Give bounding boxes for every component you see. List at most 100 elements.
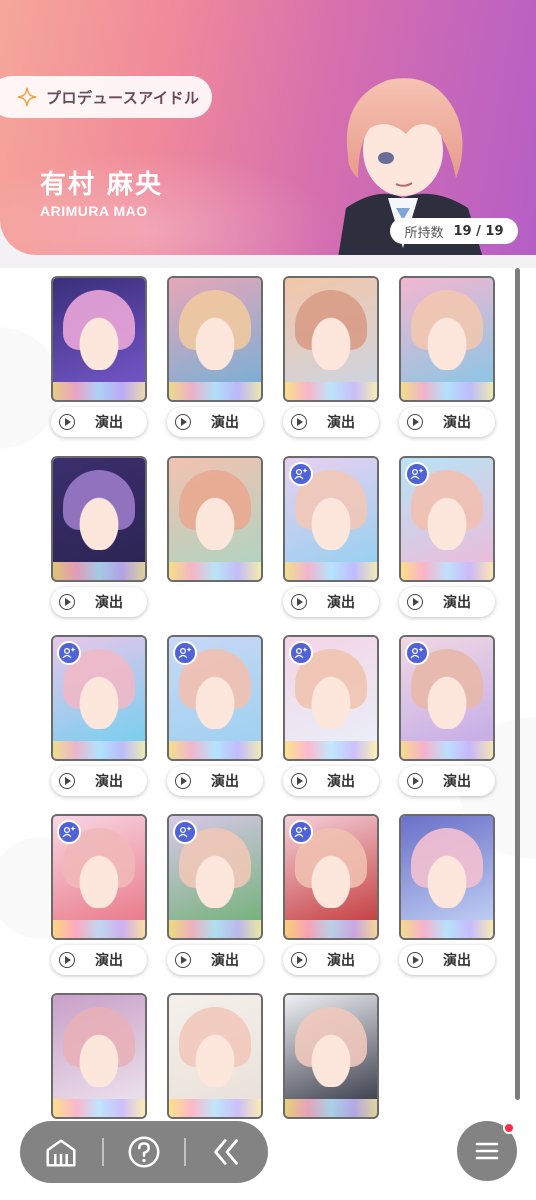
skill-badge-icon [57, 820, 81, 844]
perform-button[interactable]: 演出 [283, 766, 379, 796]
card-face [303, 486, 359, 550]
perform-button[interactable]: 演出 [283, 407, 379, 437]
play-icon [407, 414, 423, 430]
card-face [419, 486, 475, 550]
card-face [419, 306, 475, 370]
skill-badge-icon [405, 462, 429, 486]
perform-label: 演出 [95, 774, 123, 790]
idol-card[interactable] [401, 637, 493, 759]
card-face [71, 486, 127, 550]
idol-card[interactable] [53, 995, 145, 1117]
scrollbar[interactable] [515, 268, 520, 1100]
perform-button[interactable]: 演出 [283, 945, 379, 975]
idol-card[interactable] [169, 816, 261, 938]
idol-card[interactable] [285, 458, 377, 580]
idol-card[interactable] [53, 278, 145, 400]
card-rarity-frame [401, 382, 493, 400]
skill-badge-icon [57, 641, 81, 665]
play-icon [59, 414, 75, 430]
play-icon [175, 773, 191, 789]
idol-card[interactable] [285, 278, 377, 400]
idol-card[interactable] [401, 278, 493, 400]
perform-button[interactable]: 演出 [51, 945, 147, 975]
owned-count-value: 19 / 19 [453, 223, 504, 239]
skill-badge-icon [289, 641, 313, 665]
idol-card[interactable] [285, 995, 377, 1117]
idol-card[interactable] [169, 278, 261, 400]
idol-card[interactable] [53, 637, 145, 759]
play-icon [291, 952, 307, 968]
bottom-nav [20, 1121, 268, 1183]
perform-label: 演出 [95, 415, 123, 431]
help-button[interactable] [114, 1128, 174, 1176]
perform-button[interactable]: 演出 [167, 766, 263, 796]
back-button[interactable] [197, 1128, 257, 1176]
idol-name-en: ARIMURA MAO [40, 203, 148, 219]
play-icon [407, 952, 423, 968]
home-button[interactable] [31, 1128, 91, 1176]
card-face [187, 665, 243, 729]
play-icon [175, 952, 191, 968]
card-face [303, 1023, 359, 1087]
notification-dot [503, 1122, 515, 1134]
idol-card[interactable] [169, 995, 261, 1117]
produce-idol-label: プロデュースアイドル [46, 88, 200, 107]
card-rarity-frame [53, 562, 145, 580]
play-icon [291, 773, 307, 789]
perform-button[interactable]: 演出 [399, 945, 495, 975]
perform-label: 演出 [327, 774, 355, 790]
idol-card[interactable] [285, 637, 377, 759]
nav-divider [101, 1138, 104, 1166]
idol-card[interactable] [53, 458, 145, 580]
owned-count: 所持数 19 / 19 [390, 218, 518, 244]
menu-button[interactable] [457, 1121, 517, 1181]
card-face [71, 665, 127, 729]
play-icon [291, 414, 307, 430]
card-face [419, 844, 475, 908]
perform-button[interactable]: 演出 [399, 766, 495, 796]
card-rarity-frame [285, 920, 377, 938]
perform-label: 演出 [211, 415, 239, 431]
home-icon [46, 1139, 76, 1167]
perform-button[interactable]: 演出 [51, 407, 147, 437]
card-rarity-frame [401, 741, 493, 759]
card-rarity-frame [53, 1099, 145, 1117]
perform-label: 演出 [211, 953, 239, 969]
produce-idol-tab[interactable]: プロデュースアイドル [0, 76, 212, 118]
perform-button[interactable]: 演出 [283, 587, 379, 617]
card-rarity-frame [401, 562, 493, 580]
play-icon [407, 594, 423, 610]
play-icon [59, 952, 75, 968]
idol-card[interactable] [169, 637, 261, 759]
card-face [187, 844, 243, 908]
perform-button[interactable]: 演出 [399, 587, 495, 617]
idol-card[interactable] [401, 816, 493, 938]
card-face [187, 1023, 243, 1087]
idol-card[interactable] [285, 816, 377, 938]
perform-button[interactable]: 演出 [167, 407, 263, 437]
perform-button[interactable]: 演出 [51, 587, 147, 617]
card-face [71, 306, 127, 370]
card-face [419, 665, 475, 729]
card-face [187, 486, 243, 550]
perform-button[interactable]: 演出 [167, 945, 263, 975]
card-rarity-frame [285, 1099, 377, 1117]
skill-badge-icon [173, 641, 197, 665]
play-icon [59, 594, 75, 610]
back-icon [213, 1139, 238, 1165]
card-rarity-frame [401, 920, 493, 938]
card-rarity-frame [169, 741, 261, 759]
perform-button[interactable]: 演出 [399, 407, 495, 437]
card-rarity-frame [169, 562, 261, 580]
owned-count-label: 所持数 [404, 225, 444, 241]
card-rarity-frame [53, 741, 145, 759]
idol-card[interactable] [169, 458, 261, 580]
idol-card[interactable] [53, 816, 145, 938]
card-rarity-frame [285, 741, 377, 759]
idol-header: プロデュースアイドル 有村 麻央 ARIMURA MAO 所持数 19 / 19 [0, 0, 536, 255]
perform-label: 演出 [443, 774, 471, 790]
nav-divider [184, 1138, 187, 1166]
perform-button[interactable]: 演出 [51, 766, 147, 796]
perform-label: 演出 [211, 774, 239, 790]
idol-card[interactable] [401, 458, 493, 580]
